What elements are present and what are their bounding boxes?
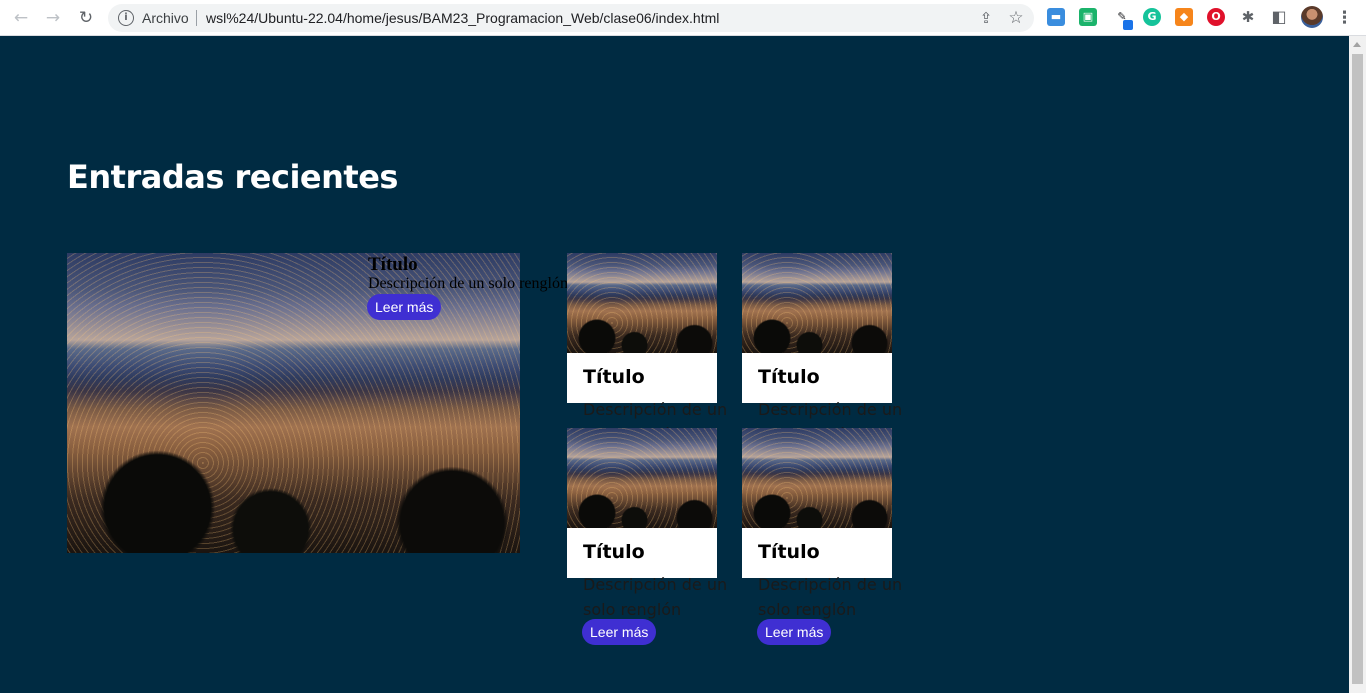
scroll-up-icon[interactable] [1353, 42, 1361, 47]
featured-title: Título [368, 254, 418, 275]
opera-icon[interactable]: O [1207, 8, 1225, 26]
star-icon[interactable]: ☆ [1006, 8, 1026, 28]
side-panel-icon[interactable]: ◧ [1270, 8, 1288, 26]
featured-image [67, 253, 520, 553]
entry-card-overlay: Título [567, 428, 717, 578]
entry-card: Título [742, 253, 892, 403]
card-image [567, 428, 717, 528]
address-divider [196, 10, 197, 26]
extensions-icon[interactable]: ✱ [1239, 8, 1257, 26]
card-description: Descripción de un solo renglón [583, 575, 728, 619]
card-title: Título [758, 366, 820, 388]
browser-toolbar: ← → ↻ i Archivo wsl%24/Ubuntu-22.04/home… [0, 0, 1366, 36]
forward-icon[interactable]: → [42, 7, 64, 29]
card-image [742, 428, 892, 528]
card-image [567, 253, 717, 353]
page-title: Entradas recientes [67, 158, 398, 196]
entry-card: Título [567, 253, 717, 403]
metamask-icon[interactable]: ◆ [1175, 8, 1193, 26]
back-icon[interactable]: ← [10, 7, 32, 29]
card-image [742, 253, 892, 353]
extension-clipboard-icon[interactable]: ▣ [1079, 8, 1097, 26]
reload-icon[interactable]: ↻ [75, 7, 97, 29]
avatar[interactable] [1301, 6, 1323, 28]
menu-icon[interactable]: ⋮ [1336, 7, 1353, 29]
security-label[interactable]: Archivo [142, 10, 189, 26]
share-icon[interactable]: ⇪ [976, 8, 996, 28]
scroll-thumb[interactable] [1352, 54, 1363, 684]
card-title: Título [583, 366, 645, 388]
extension-window-icon[interactable]: ▬ [1047, 8, 1065, 26]
extension-badge [1123, 20, 1133, 30]
card-title: Título [758, 541, 820, 563]
info-icon[interactable]: i [118, 10, 134, 26]
card-title: Título [583, 541, 645, 563]
card-read-more-button[interactable]: Leer más [757, 619, 832, 645]
url-text[interactable]: wsl%24/Ubuntu-22.04/home/jesus/BAM23_Pro… [206, 10, 719, 26]
card-read-more-button[interactable]: Leer más [582, 619, 657, 645]
entry-card-overlay: Título [742, 428, 892, 578]
featured-description: Descripción de un solo renglón [368, 275, 568, 292]
vertical-scrollbar[interactable] [1349, 36, 1366, 693]
card-description: Descripción de un solo renglón [758, 575, 903, 619]
page-content: Entradas recientes Título Descripción de… [0, 36, 1349, 693]
featured-read-more-button[interactable]: Leer más [367, 294, 442, 320]
grammarly-icon[interactable]: G [1143, 8, 1161, 26]
address-bar[interactable]: i Archivo wsl%24/Ubuntu-22.04/home/jesus… [108, 4, 1034, 32]
